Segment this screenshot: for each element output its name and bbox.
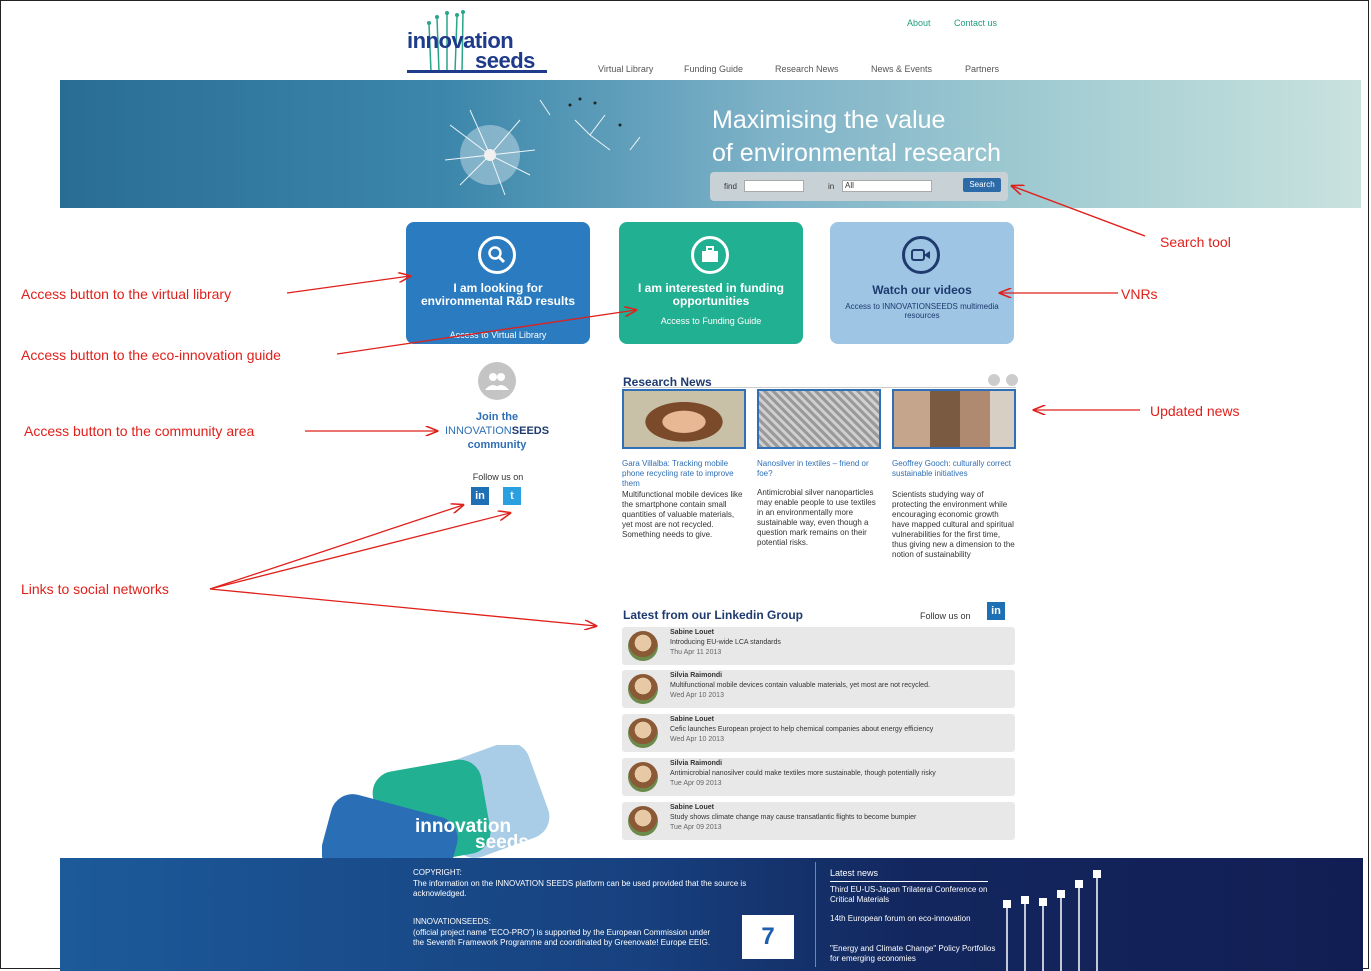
annotation-community: Access button to the community area: [24, 423, 255, 439]
annotation-virtual-library: Access button to the virtual library: [21, 286, 232, 302]
annotation-search-tool: Search tool: [1160, 234, 1231, 250]
annotation-social: Links to social networks: [21, 581, 169, 597]
annotation-updated-news: Updated news: [1150, 403, 1240, 419]
annotation-eco-guide: Access button to the eco-innovation guid…: [21, 347, 281, 363]
annotation-arrows: [209, 0, 1146, 971]
annotation-vnrs: VNRs: [1121, 286, 1158, 302]
